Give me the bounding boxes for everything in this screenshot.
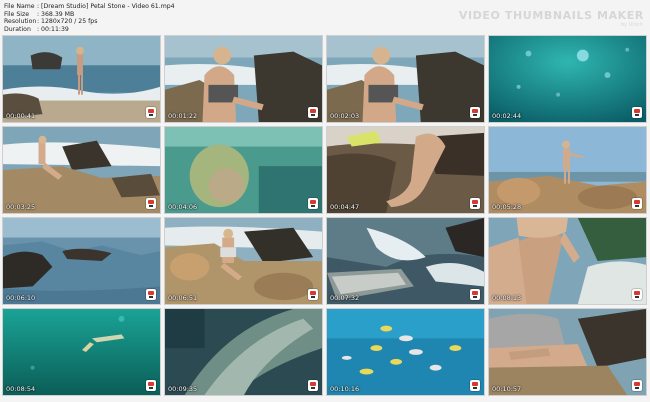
thumbnail[interactable]: 00:10:57 <box>488 308 647 396</box>
thumbnail-image <box>327 218 484 304</box>
thumbnail-timestamp: 00:00:41 <box>6 112 36 120</box>
studio-logo-icon <box>470 107 480 118</box>
studio-logo-icon <box>470 380 480 391</box>
thumbnail-timestamp: 00:02:03 <box>330 112 360 120</box>
duration-label: Duration <box>4 25 31 33</box>
thumbnail-timestamp: 00:08:13 <box>492 294 522 302</box>
thumbnail-timestamp: 00:05:28 <box>492 203 522 211</box>
thumbnail-timestamp: 00:06:10 <box>6 294 36 302</box>
thumbnail[interactable]: 00:02:03 <box>326 35 485 123</box>
thumbnail-timestamp: 00:04:47 <box>330 203 360 211</box>
thumbnail[interactable]: 00:04:06 <box>164 126 323 214</box>
thumbnail[interactable]: 00:07:32 <box>326 217 485 305</box>
thumbnail-image <box>327 36 484 122</box>
thumbnail[interactable]: 00:03:25 <box>2 126 161 214</box>
thumbnail[interactable]: 00:00:41 <box>2 35 161 123</box>
studio-logo-icon <box>632 380 642 391</box>
thumbnail[interactable]: 00:10:16 <box>326 308 485 396</box>
brand-watermark: VIDEO THUMBNAILS MAKER <box>458 9 644 22</box>
brand-subtitle: by Ulrich <box>620 22 643 28</box>
studio-logo-icon <box>632 289 642 300</box>
thumbnail-grid: 00:00:41 00:01:22 00:02:03 00:02:44 00:0… <box>2 35 647 396</box>
file-name-label: File Name <box>4 3 35 10</box>
thumbnail[interactable]: 00:04:47 <box>326 126 485 214</box>
studio-logo-icon <box>632 107 642 118</box>
studio-logo-icon <box>308 289 318 300</box>
duration-row: Duration : 00:11:39 <box>4 26 175 34</box>
thumbnail-image <box>489 127 646 213</box>
thumbnail-image <box>3 127 160 213</box>
thumbnail-image <box>165 309 322 395</box>
file-name-row: File Name: [Dream Studio] Petal Stone - … <box>4 3 175 11</box>
thumbnail-image <box>3 309 160 395</box>
thumbnail[interactable]: 00:08:13 <box>488 217 647 305</box>
resolution-value: : 1280x720 / 25 fps <box>37 18 98 26</box>
studio-logo-icon <box>470 289 480 300</box>
studio-logo-icon <box>146 107 156 118</box>
thumbnail-timestamp: 00:09:35 <box>168 385 198 393</box>
file-size-row: File Size : 368.39 MB <box>4 11 175 19</box>
thumbnail-timestamp: 00:08:54 <box>6 385 36 393</box>
thumbnail[interactable]: 00:01:22 <box>164 35 323 123</box>
duration-value: : 00:11:39 <box>37 25 69 33</box>
file-info-header: File Name: [Dream Studio] Petal Stone - … <box>4 3 175 33</box>
thumbnail[interactable]: 00:05:28 <box>488 126 647 214</box>
file-size-value: : 368.39 MB <box>37 10 75 18</box>
thumbnail[interactable]: 00:08:54 <box>2 308 161 396</box>
studio-logo-icon <box>146 380 156 391</box>
thumbnail-image <box>327 309 484 395</box>
thumbnail-image <box>165 36 322 122</box>
thumbnail-image <box>165 218 322 304</box>
file-size-label: File Size <box>4 10 30 18</box>
thumbnail-timestamp: 00:02:44 <box>492 112 522 120</box>
resolution-label: Resolution <box>4 18 37 26</box>
thumbnail-image <box>489 218 646 304</box>
resolution-row: Resolution: 1280x720 / 25 fps <box>4 18 175 26</box>
thumbnail-image <box>489 36 646 122</box>
studio-logo-icon <box>146 198 156 209</box>
thumbnail-image <box>327 127 484 213</box>
thumbnail[interactable]: 00:09:35 <box>164 308 323 396</box>
thumbnail-timestamp: 00:01:22 <box>168 112 198 120</box>
thumbnail-image <box>3 36 160 122</box>
studio-logo-icon <box>146 289 156 300</box>
thumbnail-image <box>3 218 160 304</box>
thumbnail-image <box>489 309 646 395</box>
thumbnail-timestamp: 00:07:32 <box>330 294 360 302</box>
thumbnail-timestamp: 00:04:06 <box>168 203 198 211</box>
studio-logo-icon <box>470 198 480 209</box>
thumbnail-timestamp: 00:06:51 <box>168 294 198 302</box>
thumbnail-image <box>165 127 322 213</box>
studio-logo-icon <box>308 198 318 209</box>
studio-logo-icon <box>632 198 642 209</box>
thumbnail-timestamp: 00:10:57 <box>492 385 522 393</box>
file-name-value: : [Dream Studio] Petal Stone - Video 61.… <box>37 3 175 10</box>
studio-logo-icon <box>308 107 318 118</box>
thumbnail[interactable]: 00:06:51 <box>164 217 323 305</box>
thumbnail-timestamp: 00:10:16 <box>330 385 360 393</box>
thumbnail[interactable]: 00:06:10 <box>2 217 161 305</box>
thumbnail[interactable]: 00:02:44 <box>488 35 647 123</box>
thumbnail-timestamp: 00:03:25 <box>6 203 36 211</box>
studio-logo-icon <box>308 380 318 391</box>
